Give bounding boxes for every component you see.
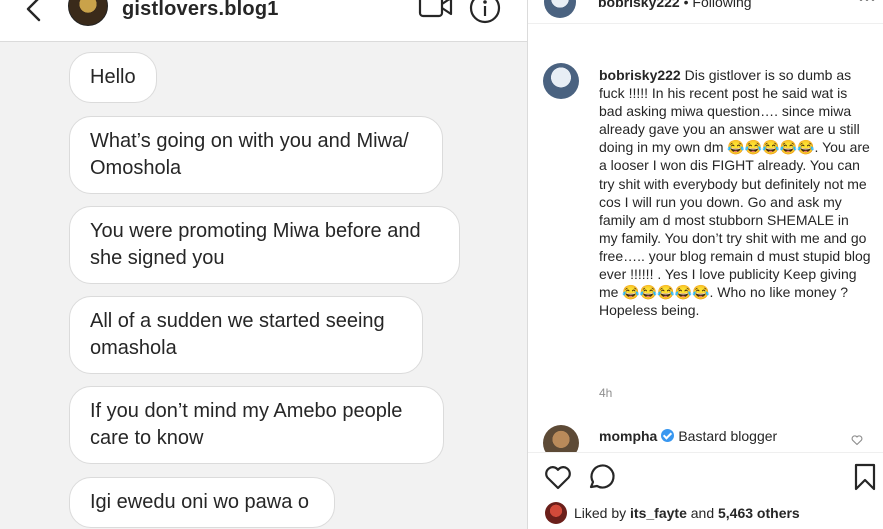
bookmark-icon[interactable] [854, 463, 876, 491]
likes-summary[interactable]: Liked by its_fayte and 5,463 others [574, 505, 800, 521]
avatar[interactable] [545, 502, 567, 524]
dm-username[interactable]: gistlovers.blog1 [122, 0, 279, 21]
caption-text: Dis gistlover is so dumb as fuck !!!!! I… [599, 67, 871, 319]
message-bubble: Hello [69, 52, 157, 103]
verified-badge-icon [661, 429, 675, 442]
comment-icon[interactable] [586, 463, 616, 491]
comment-like-heart-icon[interactable] [851, 434, 863, 446]
post-panel: bobrisky222 • Following bobrisky222 Dis … [528, 0, 883, 529]
likes-count[interactable]: 5,463 others [718, 505, 800, 521]
video-call-icon[interactable] [418, 0, 454, 20]
message-bubble: If you don’t mind my Amebo people care t… [69, 386, 444, 464]
caption-timestamp[interactable]: 4h [599, 386, 612, 400]
info-icon[interactable] [469, 0, 501, 24]
comment-text: Bastard blogger [678, 428, 778, 444]
liker-username[interactable]: its_fayte [630, 505, 687, 521]
message-bubble: All of a sudden we started seeing omasho… [69, 296, 423, 374]
header-separator: • [679, 0, 693, 10]
comment-username[interactable]: mompha [599, 428, 657, 444]
post-header: bobrisky222 • Following [528, 0, 883, 24]
post-actions: Liked by its_fayte and 5,463 others [528, 452, 883, 529]
liked-by-prefix: Liked by [574, 505, 627, 521]
liked-by-and: and [690, 505, 715, 521]
message-bubble: What’s going on with you and Miwa/ Omosh… [69, 116, 443, 194]
more-options-icon[interactable] [858, 0, 876, 6]
caption-username[interactable]: bobrisky222 [599, 67, 681, 83]
comment: mompha Bastard blogger [599, 428, 777, 444]
avatar[interactable] [68, 0, 108, 26]
follow-status[interactable]: Following [692, 0, 751, 10]
avatar[interactable] [543, 63, 579, 99]
post-author-username[interactable]: bobrisky222 [598, 0, 680, 10]
message-bubble: Igi ewedu oni wo pawa o [69, 477, 335, 528]
back-chevron-icon[interactable] [22, 0, 46, 26]
heart-icon[interactable] [543, 463, 573, 491]
post-caption: bobrisky222 Dis gistlover is so dumb as … [599, 66, 871, 319]
avatar[interactable] [544, 0, 576, 18]
dm-header: gistlovers.blog1 [0, 0, 527, 42]
message-bubble: You were promoting Miwa before and she s… [69, 206, 460, 284]
post-author: bobrisky222 • Following [598, 0, 752, 10]
dm-panel: gistlovers.blog1 Hello What’s going on w… [0, 0, 527, 529]
